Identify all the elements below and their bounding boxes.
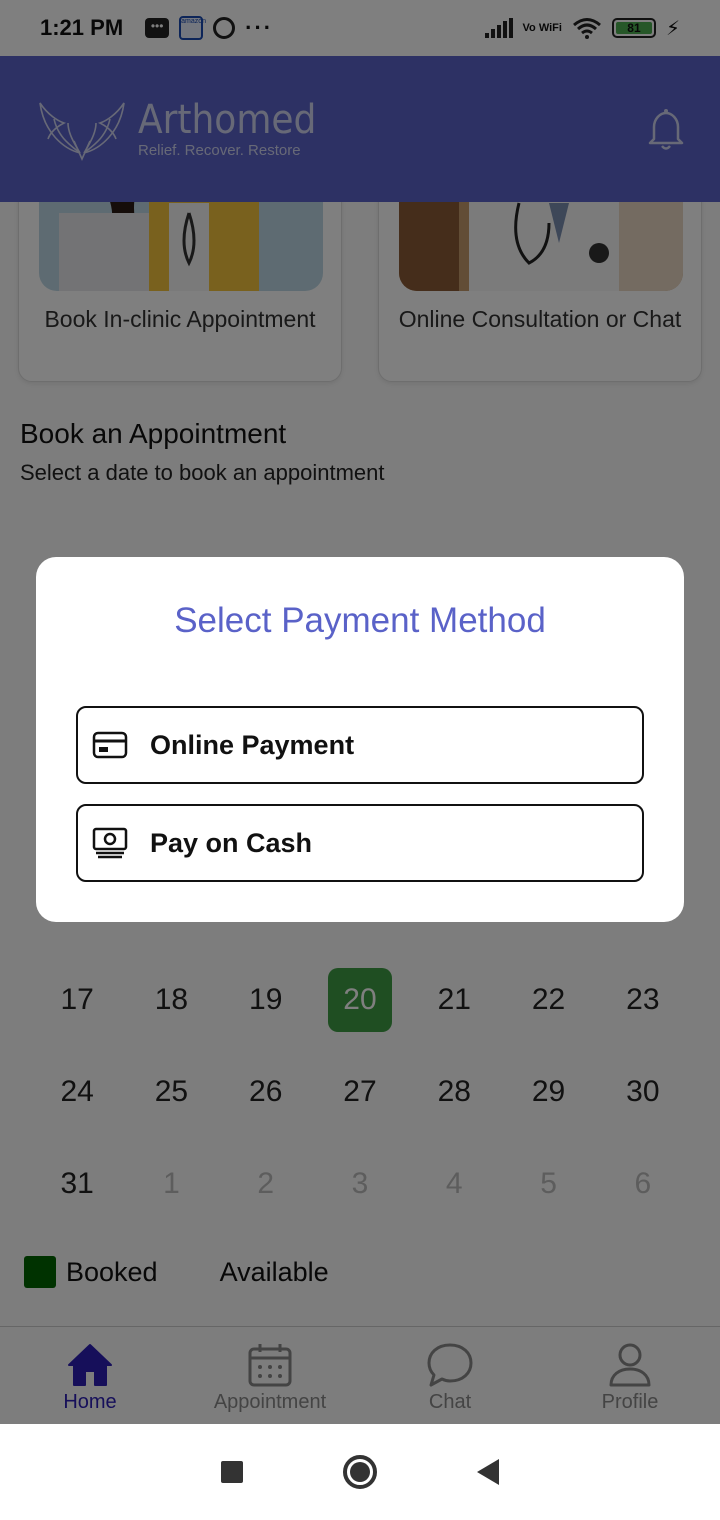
payment-method-dialog: Select Payment Method Online Payment Pay… [36, 557, 684, 922]
recent-apps-icon[interactable] [221, 1461, 243, 1483]
pay-on-cash-label: Pay on Cash [150, 827, 313, 858]
home-system-icon[interactable] [343, 1455, 377, 1489]
cash-icon [92, 827, 128, 859]
system-nav-bar [0, 1424, 720, 1520]
dialog-title: Select Payment Method [174, 601, 546, 640]
back-icon[interactable] [477, 1459, 499, 1485]
pay-on-cash-button[interactable]: Pay on Cash [76, 804, 644, 882]
online-payment-button[interactable]: Online Payment [76, 706, 644, 784]
credit-card-icon [92, 731, 128, 759]
online-payment-label: Online Payment [150, 729, 355, 760]
